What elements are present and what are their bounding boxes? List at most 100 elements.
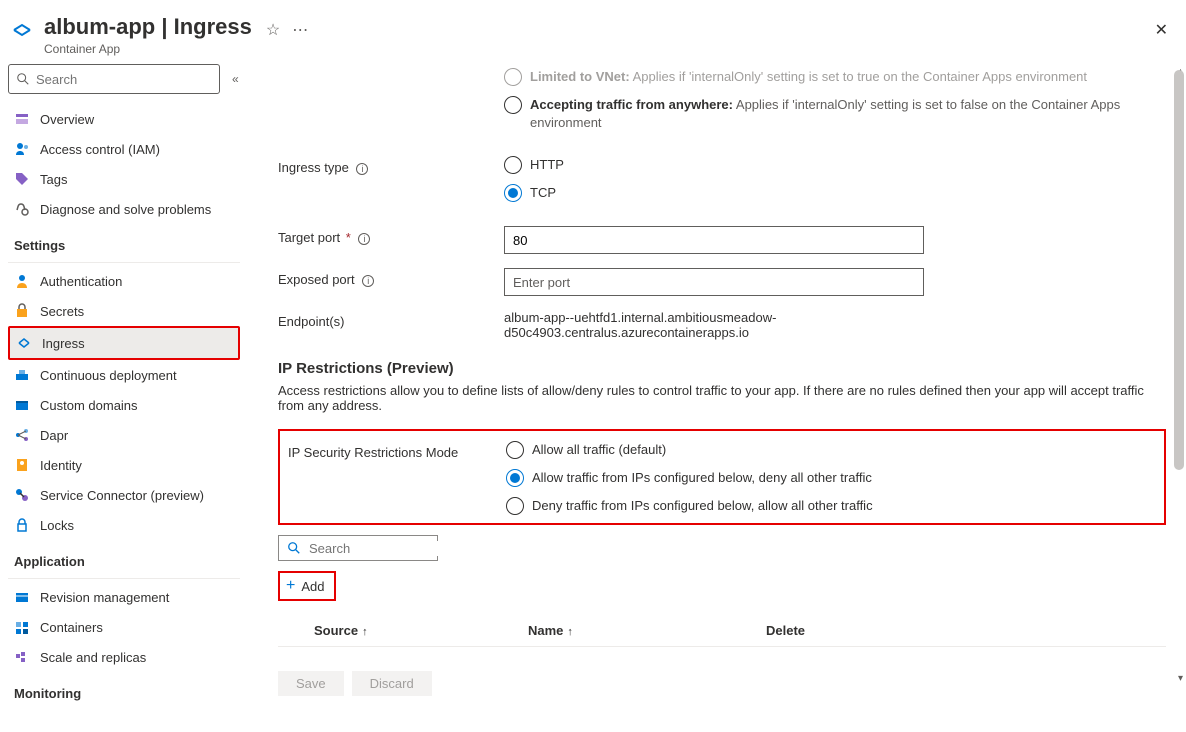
radio-icon — [504, 184, 522, 202]
ip-mode-allow-all[interactable]: Allow all traffic (default) — [506, 441, 1154, 459]
sidebar-item-scale[interactable]: Scale and replicas — [8, 642, 240, 672]
sidebar-item-secrets[interactable]: Secrets — [8, 296, 240, 326]
radio-label: HTTP — [530, 156, 564, 174]
section-application: Application — [8, 540, 240, 575]
collapse-icon[interactable]: « — [228, 72, 243, 86]
radio-icon — [506, 497, 524, 515]
close-icon[interactable]: ✕ — [1155, 20, 1168, 40]
endpoints-label: Endpoint(s) — [278, 310, 504, 329]
col-delete: Delete — [766, 623, 805, 638]
sidebar-label: Secrets — [40, 304, 84, 319]
sidebar-label: Identity — [40, 458, 82, 473]
sidebar-item-dapr[interactable]: Dapr — [8, 420, 240, 450]
table-search[interactable] — [278, 535, 438, 561]
sidebar-item-containers[interactable]: Containers — [8, 612, 240, 642]
sidebar-label: Service Connector (preview) — [40, 488, 204, 503]
ip-mode-label: IP Security Restrictions Mode — [280, 441, 506, 460]
page-title: album-app | Ingress — [44, 14, 252, 40]
save-button[interactable]: Save — [278, 671, 344, 696]
traffic-anywhere-option[interactable]: Accepting traffic from anywhere: Applies… — [504, 96, 1166, 132]
revision-icon — [14, 589, 30, 605]
auth-icon — [14, 273, 30, 289]
containerapp-icon — [10, 18, 34, 42]
scrollbar-thumb[interactable] — [1174, 70, 1184, 470]
ingress-type-label: Ingress type i — [278, 156, 504, 175]
sidebar-label: Authentication — [40, 274, 122, 289]
sidebar-item-iam[interactable]: Access control (IAM) — [8, 134, 240, 164]
sidebar-item-domains[interactable]: Custom domains — [8, 390, 240, 420]
sidebar-item-tags[interactable]: Tags — [8, 164, 240, 194]
sidebar-item-locks[interactable]: Locks — [8, 510, 240, 540]
sidebar-label: Continuous deployment — [40, 368, 177, 383]
page-header: album-app | Ingress Container App ☆ ⋯ ✕ — [0, 0, 1186, 64]
containers-icon — [14, 619, 30, 635]
radio-label: Accepting traffic from anywhere: Applies… — [530, 96, 1166, 132]
add-label: Add — [301, 579, 324, 594]
col-source[interactable]: Source↑ — [314, 623, 528, 638]
sidebar-item-revision[interactable]: Revision management — [8, 582, 240, 612]
sidebar-label: Containers — [40, 620, 103, 635]
radio-icon — [506, 469, 524, 487]
ip-mode-allow-list[interactable]: Allow traffic from IPs configured below,… — [506, 469, 1154, 487]
sidebar-label: Overview — [40, 112, 94, 127]
exposed-port-label: Exposed port i — [278, 268, 504, 287]
table-search-input[interactable] — [309, 541, 485, 556]
ip-mode-highlight: IP Security Restrictions Mode Allow all … — [278, 429, 1166, 525]
section-settings: Settings — [8, 224, 240, 259]
radio-label: Allow traffic from IPs configured below,… — [532, 469, 872, 487]
radio-label: Allow all traffic (default) — [532, 441, 666, 459]
sidebar-item-authentication[interactable]: Authentication — [8, 266, 240, 296]
sidebar-label: Dapr — [40, 428, 68, 443]
sidebar-label: Tags — [40, 172, 67, 187]
scroll-down-icon[interactable]: ▾ — [1178, 673, 1183, 684]
ip-restrictions-desc: Access restrictions allow you to define … — [278, 383, 1166, 413]
domains-icon — [14, 397, 30, 413]
radio-label: Deny traffic from IPs configured below, … — [532, 497, 873, 515]
sidebar-item-overview[interactable]: Overview — [8, 104, 240, 134]
sidebar-label: Locks — [40, 518, 74, 533]
ip-restrictions-title: IP Restrictions (Preview) — [278, 360, 1166, 377]
secrets-icon — [14, 303, 30, 319]
overview-icon — [14, 111, 30, 127]
info-icon[interactable]: i — [362, 275, 374, 287]
ingress-http-option[interactable]: HTTP — [504, 156, 1166, 174]
discard-button[interactable]: Discard — [352, 671, 432, 696]
radio-icon — [504, 156, 522, 174]
more-icon[interactable]: ⋯ — [292, 20, 308, 40]
tags-icon — [14, 171, 30, 187]
target-port-input[interactable] — [504, 226, 924, 254]
sidebar-label: Ingress — [42, 336, 85, 351]
traffic-vnet-option: Limited to VNet: Applies if 'internalOnl… — [504, 68, 1166, 86]
sidebar-item-cd[interactable]: Continuous deployment — [8, 360, 240, 390]
sidebar-label: Diagnose and solve problems — [40, 202, 211, 217]
endpoints-value: album-app--uehtfd1.internal.ambitiousmea… — [504, 310, 924, 340]
sidebar-search[interactable] — [8, 64, 220, 94]
info-icon[interactable]: i — [358, 233, 370, 245]
sidebar-search-input[interactable] — [36, 72, 212, 87]
sidebar-label: Scale and replicas — [40, 650, 146, 665]
col-name[interactable]: Name↑ — [528, 623, 766, 638]
ingress-tcp-option[interactable]: TCP — [504, 184, 1166, 202]
sidebar-label: Custom domains — [40, 398, 138, 413]
info-icon[interactable]: i — [356, 163, 368, 175]
radio-label: Limited to VNet: Applies if 'internalOnl… — [530, 68, 1087, 86]
sort-up-icon: ↑ — [567, 626, 573, 638]
dapr-icon — [14, 427, 30, 443]
page-subtitle: Container App — [44, 42, 252, 56]
sidebar-item-diagnose[interactable]: Diagnose and solve problems — [8, 194, 240, 224]
identity-icon — [14, 457, 30, 473]
sidebar-item-identity[interactable]: Identity — [8, 450, 240, 480]
sidebar-item-ingress[interactable]: Ingress — [8, 326, 240, 360]
exposed-port-input[interactable] — [504, 268, 924, 296]
scale-icon — [14, 649, 30, 665]
add-button[interactable]: + Add — [278, 571, 336, 601]
radio-icon — [504, 68, 522, 86]
search-icon — [16, 72, 30, 86]
sidebar-item-connector[interactable]: Service Connector (preview) — [8, 480, 240, 510]
section-monitoring: Monitoring — [8, 672, 240, 707]
favorite-icon[interactable]: ☆ — [266, 20, 280, 40]
radio-icon — [504, 96, 522, 114]
radio-icon — [506, 441, 524, 459]
sidebar: « Overview Access control (IAM) Tags Dia… — [0, 64, 248, 732]
ip-mode-deny-list[interactable]: Deny traffic from IPs configured below, … — [506, 497, 1154, 515]
